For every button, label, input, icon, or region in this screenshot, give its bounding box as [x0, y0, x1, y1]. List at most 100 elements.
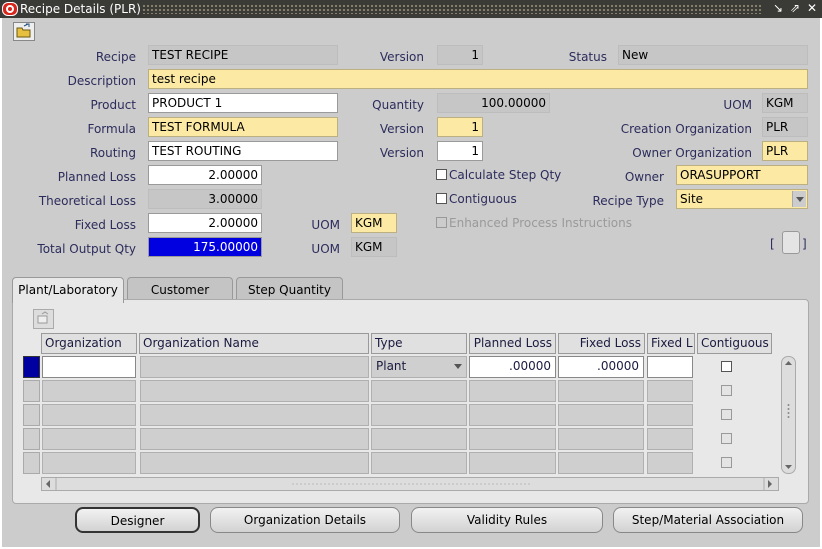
organization-name-cell[interactable] [140, 380, 369, 402]
window-title-bar: Recipe Details (PLR) ↘ ⇗ ✕ [0, 0, 822, 18]
quantity-label: Quantity [372, 98, 424, 112]
contiguous-row-checkbox[interactable] [721, 361, 732, 372]
type-select[interactable] [371, 380, 467, 402]
total-output-uom-label: UOM [311, 242, 340, 256]
recipe-field[interactable]: TEST RECIPE [148, 45, 338, 65]
fixed-loss-cell[interactable] [558, 452, 644, 474]
formula-version-label: Version [379, 122, 424, 136]
fixed-loss-uom-cell[interactable] [647, 380, 693, 402]
recipe-type-select[interactable]: Site [676, 189, 808, 209]
formula-version-field[interactable]: 1 [437, 117, 483, 137]
recipe-type-label: Recipe Type [592, 194, 665, 208]
planned-loss-cell[interactable]: .00000 [469, 356, 556, 378]
fixed-loss-cell[interactable] [558, 380, 644, 402]
product-field[interactable]: PRODUCT 1 [148, 93, 338, 113]
validity-rules-button[interactable]: Validity Rules [411, 507, 603, 533]
quantity-field[interactable]: 100.00000 [437, 93, 550, 113]
designer-button[interactable]: Designer [75, 507, 200, 533]
organization-cell[interactable] [42, 356, 136, 378]
planned-loss-cell[interactable] [469, 380, 556, 402]
routing-version-label: Version [379, 146, 424, 160]
organization-details-button[interactable]: Organization Details [210, 507, 400, 533]
tab-plant-laboratory[interactable]: Plant/Laboratory [12, 277, 124, 303]
type-select[interactable] [371, 452, 467, 474]
calculate-step-qty-checkbox[interactable] [436, 169, 447, 180]
description-field[interactable]: test recipe [148, 69, 808, 89]
close-icon[interactable]: ✕ [805, 1, 819, 16]
restore-icon[interactable]: ⇗ [788, 1, 802, 16]
planned-loss-cell[interactable] [469, 452, 556, 474]
contiguous-checkbox[interactable] [436, 193, 447, 204]
fixed-loss-uom-cell[interactable] [647, 356, 693, 378]
status-label: Status [568, 50, 607, 64]
routing-version-field[interactable]: 1 [437, 141, 483, 161]
organization-name-cell[interactable] [140, 452, 369, 474]
organization-cell[interactable] [42, 428, 136, 450]
owner-field[interactable]: ORASUPPORT [676, 165, 808, 185]
horizontal-scrollbar[interactable] [41, 477, 779, 491]
vertical-scrollbar[interactable] [781, 356, 796, 474]
uom-field[interactable]: KGM [762, 93, 808, 113]
contiguous-row-checkbox[interactable] [721, 433, 732, 444]
total-output-uom-field[interactable]: KGM [351, 237, 397, 257]
recipe-version-field[interactable]: 1 [437, 45, 483, 65]
clear-record-button[interactable] [33, 309, 54, 329]
type-select[interactable]: Plant [371, 356, 467, 378]
status-field[interactable]: New [618, 45, 808, 65]
minimize-icon[interactable]: ↘ [771, 1, 785, 16]
open-folder-button[interactable] [13, 22, 35, 41]
row-selector[interactable] [23, 356, 40, 378]
scroll-arrows-icon [46, 478, 772, 490]
organization-name-cell[interactable] [140, 404, 369, 426]
routing-field[interactable]: TEST ROUTING [148, 141, 338, 161]
total-output-qty-field[interactable]: 175.00000 [148, 237, 262, 257]
type-select[interactable] [371, 404, 467, 426]
theoretical-loss-field[interactable]: 3.00000 [148, 189, 262, 209]
fixed-loss-uom-cell[interactable] [647, 452, 693, 474]
description-label: Description [67, 74, 136, 88]
planned-loss-field[interactable]: 2.00000 [148, 165, 262, 185]
organization-cell[interactable] [42, 404, 136, 426]
contiguous-row-checkbox[interactable] [721, 385, 732, 396]
open-folder-icon [16, 23, 31, 38]
fixed-loss-uom-cell[interactable] [647, 404, 693, 426]
row-selector[interactable] [23, 380, 40, 402]
tab-customer[interactable]: Customer [127, 277, 233, 301]
column-header-contiguous: Contiguous [697, 333, 772, 354]
row-selector[interactable] [23, 428, 40, 450]
fixed-loss-cell[interactable]: .00000 [558, 356, 644, 378]
organization-name-cell[interactable] [140, 356, 369, 378]
fixed-loss-field[interactable]: 2.00000 [148, 213, 262, 233]
organization-name-cell[interactable] [140, 428, 369, 450]
fixed-loss-cell[interactable] [558, 428, 644, 450]
routing-label: Routing [89, 146, 136, 160]
owner-org-field[interactable]: PLR [762, 141, 808, 161]
descriptive-flexfield-bracket-right: ] [802, 237, 807, 251]
fixed-loss-cell[interactable] [558, 404, 644, 426]
planned-loss-cell[interactable] [469, 404, 556, 426]
chevron-down-icon[interactable] [451, 358, 465, 374]
tab-step-quantity[interactable]: Step Quantity [236, 277, 343, 301]
organization-cell[interactable] [42, 452, 136, 474]
theoretical-loss-label: Theoretical Loss [38, 194, 136, 208]
planned-loss-cell[interactable] [469, 428, 556, 450]
type-select[interactable] [371, 428, 467, 450]
fixed-loss-label: Fixed Loss [74, 218, 136, 232]
row-selector[interactable] [23, 452, 40, 474]
contiguous-row-checkbox[interactable] [721, 409, 732, 420]
row-selector[interactable] [23, 404, 40, 426]
product-label: Product [90, 98, 136, 112]
step-material-association-button[interactable]: Step/Material Association [613, 507, 803, 533]
enhanced-process-instructions-checkbox[interactable] [436, 217, 447, 228]
contiguous-row-checkbox[interactable] [721, 457, 732, 468]
formula-field[interactable]: TEST FORMULA [148, 117, 338, 137]
creation-org-field[interactable]: PLR [762, 117, 808, 137]
organization-cell[interactable] [42, 380, 136, 402]
descriptive-flexfield-button[interactable] [782, 231, 800, 254]
fixed-loss-uom-field[interactable]: KGM [351, 213, 397, 233]
creation-org-label: Creation Organization [620, 122, 752, 136]
fixed-loss-uom-cell[interactable] [647, 428, 693, 450]
chevron-down-icon[interactable] [792, 191, 806, 207]
clear-record-icon [37, 311, 49, 324]
enhanced-process-instructions-label: Enhanced Process Instructions [449, 216, 632, 230]
